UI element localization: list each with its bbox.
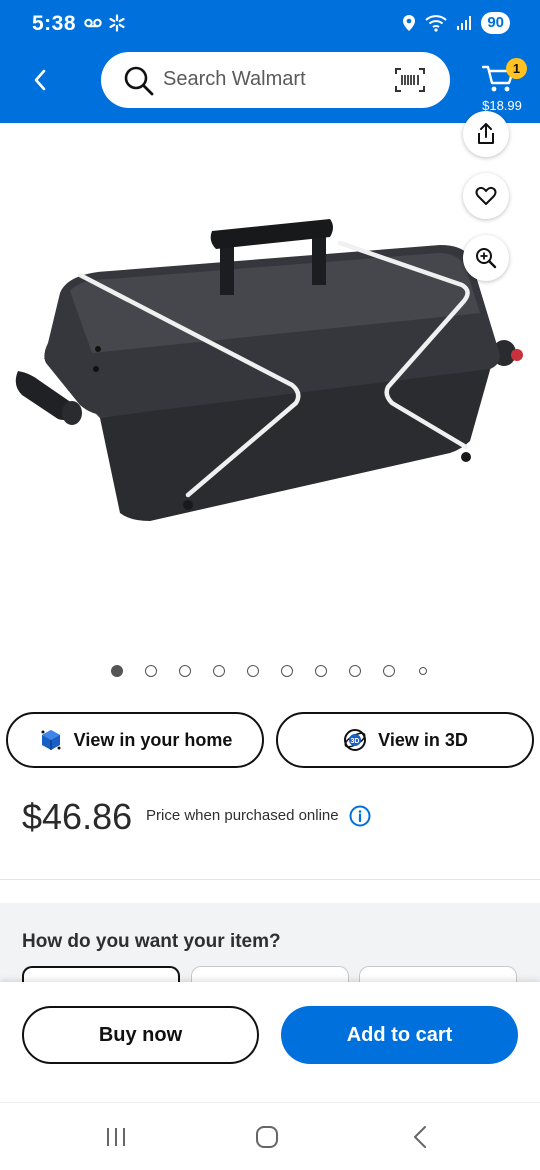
carousel-dot[interactable] xyxy=(247,665,259,677)
carousel-dot[interactable] xyxy=(281,665,293,677)
product-image xyxy=(15,219,523,521)
view-in-3d-label: View in 3D xyxy=(378,729,468,750)
status-time: 5:38 xyxy=(32,12,77,35)
fulfillment-section: How do you want your item? xyxy=(0,903,540,996)
fulfillment-title: How do you want your item? xyxy=(22,931,281,952)
3d-icon: 3D xyxy=(344,729,367,751)
heart-icon xyxy=(475,186,497,205)
carousel-dots[interactable] xyxy=(0,663,540,679)
zoom-icon xyxy=(476,248,497,269)
voicemail-icon xyxy=(84,18,102,28)
home-icon xyxy=(256,1126,278,1148)
cart-count-badge: 1 xyxy=(506,58,527,79)
status-bar: 5:38 90 xyxy=(0,0,540,48)
nav-back-icon xyxy=(414,1126,426,1148)
carousel-dot[interactable] xyxy=(383,665,395,677)
buy-now-button[interactable]: Buy now xyxy=(22,1006,259,1064)
carousel-dot[interactable] xyxy=(315,665,327,677)
info-icon[interactable] xyxy=(349,805,371,827)
home-button[interactable] xyxy=(247,1123,287,1151)
recents-icon xyxy=(107,1128,125,1146)
walmart-spark-icon xyxy=(109,14,125,32)
add-to-cart-button[interactable]: Add to cart xyxy=(281,1006,518,1064)
product-image-gallery[interactable] xyxy=(0,111,540,648)
app-header: 5:38 90 Search Walmart 1 $18.99 xyxy=(0,0,540,123)
zoom-button[interactable] xyxy=(463,235,509,281)
status-notification-icons xyxy=(84,14,126,32)
recents-button[interactable] xyxy=(96,1123,136,1151)
nav-back-button[interactable] xyxy=(400,1123,440,1151)
location-icon xyxy=(403,15,416,31)
share-icon xyxy=(478,123,494,144)
view-in-3d-button[interactable]: 3D View in 3D xyxy=(276,712,534,768)
wifi-icon xyxy=(425,15,447,32)
favorite-button[interactable] xyxy=(463,173,509,219)
status-system-icons: 90 xyxy=(402,12,510,34)
barcode-icon[interactable] xyxy=(394,67,426,93)
section-divider xyxy=(0,879,540,880)
back-arrow-icon xyxy=(34,69,46,91)
signal-icon xyxy=(457,16,472,30)
bottom-action-bar: Buy now Add to cart xyxy=(0,982,540,1102)
cart-button[interactable]: 1 $18.99 xyxy=(478,58,527,114)
view-in-home-label: View in your home xyxy=(73,729,233,750)
ar-cube-icon xyxy=(41,730,61,750)
carousel-dot[interactable] xyxy=(213,665,225,677)
search-input[interactable]: Search Walmart xyxy=(101,52,450,108)
share-button[interactable] xyxy=(463,111,509,157)
price-note: Price when purchased online xyxy=(146,807,339,824)
battery-indicator: 90 xyxy=(481,12,510,34)
search-placeholder: Search Walmart xyxy=(163,68,306,90)
carousel-dot[interactable] xyxy=(419,667,427,675)
svg-text:3D: 3D xyxy=(351,738,360,745)
search-icon xyxy=(124,66,154,96)
product-price: $46.86 xyxy=(22,796,133,837)
carousel-dot[interactable] xyxy=(179,665,191,677)
carousel-dot[interactable] xyxy=(111,665,123,677)
system-nav-bar xyxy=(0,1102,540,1170)
view-in-home-button[interactable]: View in your home xyxy=(6,712,264,768)
carousel-dot[interactable] xyxy=(145,665,157,677)
back-button[interactable] xyxy=(24,64,56,96)
carousel-dot[interactable] xyxy=(349,665,361,677)
